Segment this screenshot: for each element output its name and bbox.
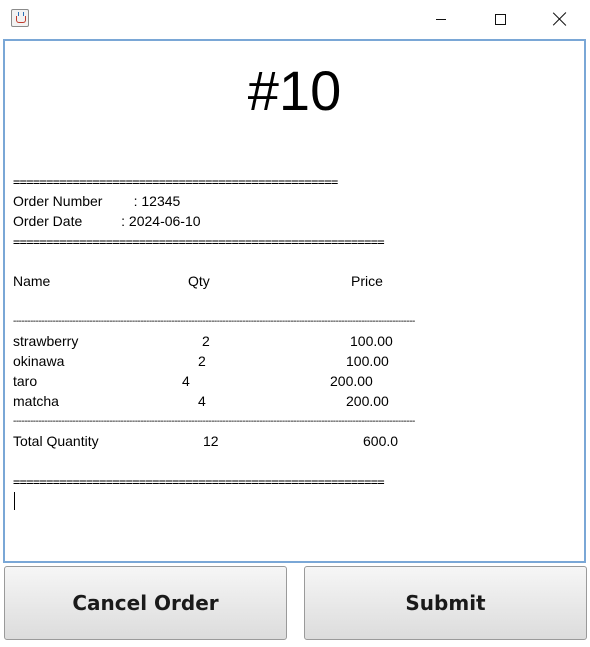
item-qty: 4 bbox=[182, 373, 190, 389]
item-name: strawberry bbox=[13, 333, 79, 349]
header-qty: Qty bbox=[188, 273, 210, 289]
item-qty: 2 bbox=[202, 333, 210, 349]
item-price: 200.00 bbox=[330, 373, 373, 389]
item-name: okinawa bbox=[13, 353, 65, 369]
item-name: taro bbox=[13, 373, 38, 389]
java-cup-icon bbox=[11, 9, 29, 27]
item-price: 100.00 bbox=[346, 353, 389, 369]
total-label: Total Quantity bbox=[13, 433, 99, 449]
text-caret bbox=[14, 492, 15, 510]
item-name: matcha bbox=[13, 393, 59, 409]
separator-rule: ========================================… bbox=[13, 235, 385, 249]
item-price: 100.00 bbox=[350, 333, 393, 349]
close-icon bbox=[552, 12, 566, 26]
order-number-line: Order Number : 12345 bbox=[13, 193, 181, 209]
total-price: 600.0 bbox=[363, 433, 399, 449]
minimize-button[interactable] bbox=[412, 0, 470, 38]
header-name: Name bbox=[13, 273, 51, 289]
receipt-text-area[interactable]: #10 ====================================… bbox=[3, 39, 586, 563]
dash-rule: ----------------------------------------… bbox=[13, 416, 415, 427]
order-number-title: #10 bbox=[247, 59, 342, 122]
title-bar bbox=[0, 0, 590, 38]
separator-rule: ========================================… bbox=[13, 475, 385, 489]
cancel-order-button[interactable]: Cancel Order bbox=[4, 566, 287, 640]
order-date-line: Order Date : 2024-06-10 bbox=[13, 213, 201, 229]
separator-rule: ========================================… bbox=[13, 175, 338, 189]
minimize-icon bbox=[436, 18, 446, 20]
total-qty: 12 bbox=[203, 433, 219, 449]
item-price: 200.00 bbox=[346, 393, 389, 409]
dash-rule: ----------------------------------------… bbox=[13, 316, 415, 327]
maximize-icon bbox=[494, 13, 506, 25]
item-qty: 4 bbox=[198, 393, 206, 409]
maximize-button[interactable] bbox=[471, 0, 529, 38]
submit-button[interactable]: Submit bbox=[304, 566, 587, 640]
item-qty: 2 bbox=[198, 353, 206, 369]
close-button[interactable] bbox=[530, 0, 588, 38]
header-price: Price bbox=[351, 273, 383, 289]
